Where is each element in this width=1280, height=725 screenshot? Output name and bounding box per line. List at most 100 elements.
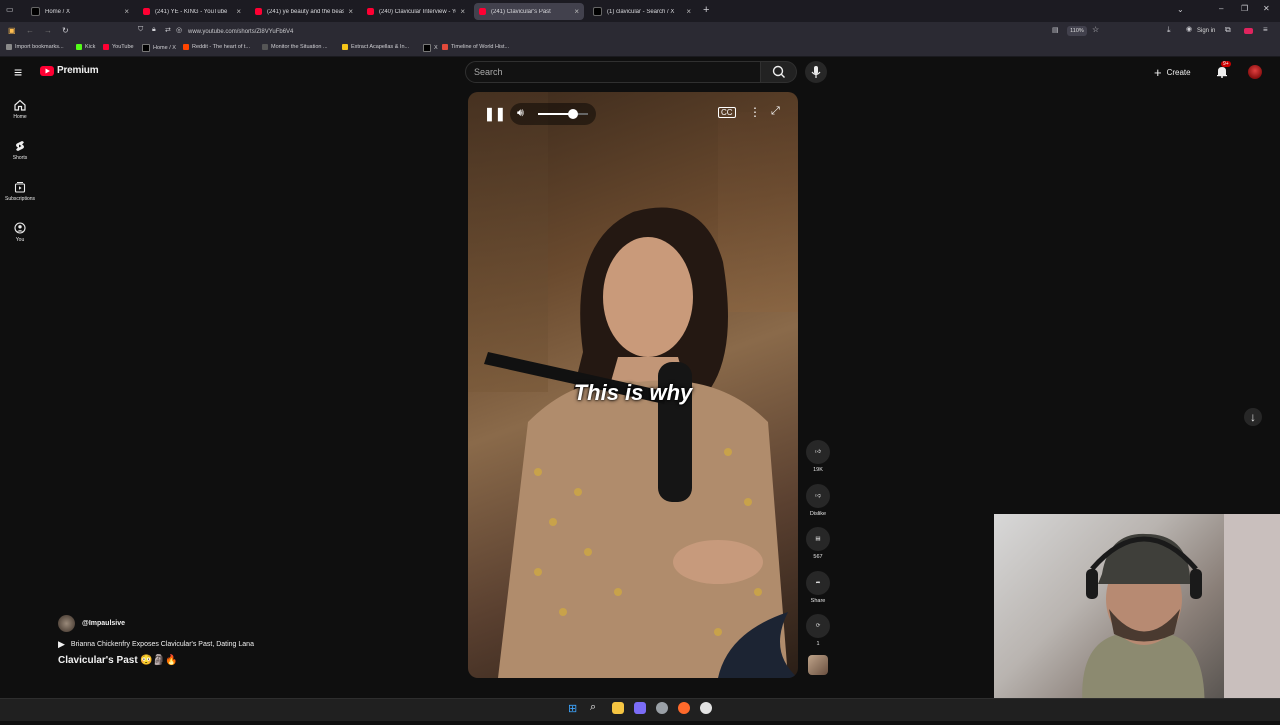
dislike-button[interactable]: 👎︎ Dislike — [806, 484, 830, 517]
more-options-icon[interactable]: ⋮ — [749, 105, 761, 119]
close-tab-icon[interactable]: × — [574, 7, 579, 16]
sidebar-item-subscriptions[interactable]: Subscriptions — [0, 181, 40, 202]
guide-menu-icon[interactable]: ≡ — [14, 64, 22, 80]
file-explorer-icon[interactable] — [612, 702, 624, 714]
bookmark-label: Timeline of World Hist... — [451, 44, 510, 50]
tab-5-active[interactable]: (241) Clavicular's Past × — [474, 3, 584, 20]
channel-row[interactable]: @Impaulsive — [58, 615, 125, 632]
bookmark-monitor[interactable]: Monitor the Situation ... — [262, 44, 328, 50]
tab-overflow-chevron-icon[interactable]: ⌄ — [1177, 5, 1184, 14]
remix-button[interactable]: ⟳ 1 — [806, 614, 830, 647]
bookmark-acapellas[interactable]: Extract Acapellas & In... — [342, 44, 409, 50]
extension-badge-icon[interactable] — [1244, 28, 1253, 34]
close-tab-icon[interactable]: × — [348, 7, 353, 16]
bookmark-import[interactable]: Import bookmarks... — [6, 44, 64, 50]
next-video-arrow-icon[interactable]: ↓ — [1244, 408, 1262, 426]
tab-3[interactable]: (241) ye beauty and the beast - × — [250, 3, 358, 20]
playlist-link[interactable]: ▶ Brianna Chickenfry Exposes Clavicular'… — [58, 639, 254, 650]
share-button[interactable]: ➦ Share — [806, 571, 830, 604]
create-button[interactable]: + Create — [1154, 62, 1204, 82]
channel-avatar[interactable] — [58, 615, 75, 632]
x-icon — [423, 44, 431, 52]
close-tab-icon[interactable]: × — [236, 7, 241, 16]
firefox-icon[interactable] — [678, 702, 690, 714]
fullscreen-icon[interactable]: ⤢ — [771, 105, 780, 118]
reload-icon[interactable]: ↻ — [62, 26, 69, 35]
search-icon[interactable]: ⌕ — [590, 701, 596, 714]
channel-name[interactable]: @Impaulsive — [82, 620, 125, 627]
webcam-overlay — [994, 514, 1280, 720]
permissions-icon[interactable]: ⇄ — [165, 26, 171, 34]
bookmark-star-icon[interactable]: ☆ — [1092, 25, 1099, 34]
windows-start-icon[interactable]: ⊞ — [568, 702, 577, 715]
captions-icon[interactable]: CC — [718, 107, 736, 118]
extensions-icon[interactable]: ⧉ — [1225, 25, 1231, 35]
bookmark-x[interactable]: X — [423, 44, 438, 52]
close-window-icon[interactable]: ✕ — [1263, 4, 1270, 13]
tab-1[interactable]: Home / X × — [26, 3, 134, 20]
tracking-icon[interactable]: ◎ — [176, 26, 182, 34]
downloads-icon[interactable]: ⤓ — [1167, 25, 1171, 35]
like-button[interactable]: 👍︎ 19K — [806, 440, 830, 473]
tab-title: Home / X — [45, 8, 71, 15]
lock-icon[interactable]: 🔒︎ — [152, 26, 156, 34]
youtube-favicon-icon — [367, 8, 374, 15]
menu-hamburger-icon[interactable]: ≡ — [1263, 25, 1268, 34]
new-tab-button[interactable]: + — [703, 4, 709, 16]
acapella-icon — [342, 44, 348, 50]
sidebar-item-you[interactable]: You — [0, 222, 40, 243]
pause-icon[interactable]: ❚❚ — [484, 106, 506, 122]
account-icon[interactable]: ◉ — [1186, 25, 1192, 33]
volume-slider-knob[interactable] — [568, 109, 578, 119]
bookmark-home-x[interactable]: Home / X — [142, 44, 176, 52]
bookmark-label: Reddit - The heart of t... — [192, 44, 250, 50]
sound-thumbnail[interactable] — [808, 655, 828, 675]
zoom-level-badge[interactable]: 110% — [1067, 26, 1087, 36]
share-icon: ➦ — [806, 571, 830, 595]
sidebar-toggle-icon[interactable]: ▣ — [8, 26, 16, 35]
forward-icon[interactable]: → — [44, 26, 52, 35]
bookmark-label: Kick — [85, 44, 96, 50]
browser-tab-bar: ▭ Home / X × (241) YE - KING - YouTube ×… — [0, 0, 1280, 22]
search-button[interactable] — [761, 61, 797, 83]
close-tab-icon[interactable]: × — [124, 7, 129, 16]
bookmark-timeline[interactable]: Timeline of World Hist... — [442, 44, 509, 50]
voice-search-button[interactable] — [805, 61, 827, 83]
sidebar-item-shorts[interactable]: Shorts — [0, 140, 40, 161]
reddit-icon — [183, 44, 189, 50]
tab-6[interactable]: (1) clavicular - Search / X × — [588, 3, 696, 20]
create-label: Create — [1166, 67, 1191, 77]
comments-button[interactable]: ▤ 567 — [806, 527, 830, 560]
volume-icon[interactable]: 🔊︎ — [517, 107, 524, 120]
youtube-premium-logo[interactable]: Premium — [40, 65, 99, 76]
reader-view-icon[interactable]: ▤ — [1052, 26, 1059, 34]
url-field[interactable]: www.youtube.com/shorts/Zl8VYuFb6V4 — [188, 25, 908, 39]
volume-track[interactable] — [538, 113, 588, 115]
bookmark-youtube[interactable]: YouTube — [103, 44, 134, 50]
chat-app-icon[interactable] — [634, 702, 646, 714]
volume-control[interactable]: 🔊︎ — [510, 103, 596, 125]
tab-4[interactable]: (240) Clavicular Interview - You × — [362, 3, 470, 20]
tab-list-icon[interactable]: ▭ — [6, 5, 14, 14]
settings-gear-icon[interactable] — [656, 702, 668, 714]
bookmark-kick[interactable]: Kick — [76, 44, 95, 50]
tab-title: (241) ye beauty and the beast - — [267, 8, 345, 15]
share-label: Share — [810, 598, 826, 604]
shorts-video-player[interactable]: ❚❚ 🔊︎ CC ⋮ ⤢ This is why — [468, 92, 798, 678]
close-tab-icon[interactable]: × — [686, 7, 691, 16]
notifications-button[interactable]: 9+ — [1215, 61, 1231, 83]
shield-icon[interactable]: ⛉ — [138, 26, 143, 34]
bookmark-reddit[interactable]: Reddit - The heart of t... — [183, 44, 250, 50]
obs-icon[interactable] — [700, 702, 712, 714]
back-icon[interactable]: ← — [26, 26, 34, 35]
sign-in-link[interactable]: Sign in — [1197, 28, 1215, 34]
restore-icon[interactable]: ❐ — [1241, 4, 1248, 13]
search-input[interactable]: Search — [465, 61, 761, 83]
minimize-icon[interactable]: – — [1219, 4, 1223, 13]
sidebar-item-home[interactable]: Home — [0, 99, 40, 120]
avatar[interactable] — [1248, 65, 1262, 79]
search-icon — [772, 65, 785, 78]
video-caption: This is why — [573, 380, 693, 405]
close-tab-icon[interactable]: × — [460, 7, 465, 16]
tab-2[interactable]: (241) YE - KING - YouTube × — [138, 3, 246, 20]
